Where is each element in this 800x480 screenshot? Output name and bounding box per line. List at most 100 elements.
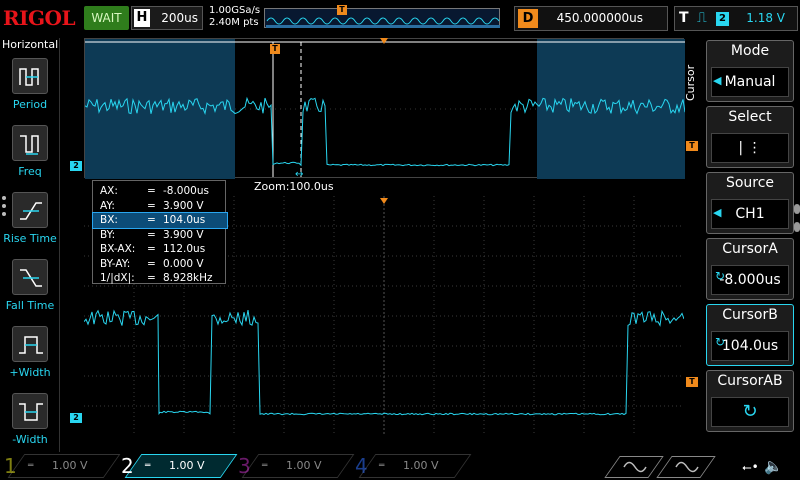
arrow-left-icon: ◀ xyxy=(713,74,722,87)
channel-4-button[interactable]: 4 ═ 1.00 V xyxy=(351,452,472,480)
measure-frequency-label: Freq xyxy=(18,165,42,178)
menu-button-cursorb[interactable]: CursorB 104.0us ↻ xyxy=(706,304,794,366)
trigger-level: 1.18 V xyxy=(746,11,785,25)
cursor-readout-key: BY-AY: xyxy=(100,257,131,270)
cursor-readout-row: BX: = 104.0us xyxy=(92,212,228,229)
cursor-readout-equals: = xyxy=(147,257,156,270)
measure-positive-width[interactable]: +Width xyxy=(0,326,60,390)
cursor-readout-row: BY-AY: = 0.000 V xyxy=(93,257,227,272)
measure-period[interactable]: Period xyxy=(0,58,60,122)
zoom-waveform-window[interactable]: ↔ xyxy=(84,38,685,179)
menu-page-dot[interactable] xyxy=(794,204,800,214)
menu-button-mode[interactable]: Mode Manual ◀ xyxy=(706,40,794,102)
knob-icon: ↻ xyxy=(715,335,726,349)
cursor-readout-equals: = xyxy=(147,243,156,255)
channel-1-button[interactable]: 1 ═ 1.00 V xyxy=(0,452,121,480)
measure-period-label: Period xyxy=(12,98,48,111)
zoom-trigger-level-marker[interactable]: T xyxy=(686,141,698,151)
cursor-readout-row: AX: = -8.000us xyxy=(93,184,227,199)
main-channel-2-marker[interactable]: 2 xyxy=(70,413,82,423)
channel-number: 4 xyxy=(355,454,368,478)
menu-button-cursorab[interactable]: CursorAB ↻ xyxy=(706,370,794,432)
measure-negative-width-label: -Width xyxy=(12,433,48,446)
cursor-readout-equals: = xyxy=(147,185,156,197)
cursor-readout-row: AY: = 3.900 V xyxy=(93,199,227,214)
menu-button-title: CursorB xyxy=(722,307,778,323)
cursor-readout-key: BX-AX: xyxy=(100,243,136,255)
rise-time-icon xyxy=(12,192,48,228)
measure-positive-width-label: +Width xyxy=(9,366,51,379)
menu-button-title: CursorA xyxy=(722,241,778,257)
delay-value: 450.000000us xyxy=(556,11,643,25)
edge-trigger-icon: ⎍ xyxy=(697,10,707,26)
menu-button-title: Select xyxy=(728,109,772,125)
zoom-channel-2-marker[interactable]: 2 xyxy=(70,161,82,171)
zoom-waveform-plot: ↔ xyxy=(85,39,685,179)
delay-box[interactable]: D 450.000000us xyxy=(514,6,668,31)
dc-coupling-icon: ═ xyxy=(145,461,151,471)
cursor-readout-key: AY: xyxy=(100,199,115,212)
channel-bar: 1 ═ 1.00 V 2 ═ 1.00 V 3 ═ 1.00 V 4 ═ 1.00 V ⭠• 🔈 xyxy=(0,452,800,480)
trigger-source-badge: 2 xyxy=(716,12,729,26)
cursor-readout-value: 8.928kHz xyxy=(163,272,213,284)
channel-scale: 1.00 V xyxy=(52,459,88,472)
measure-fall-time[interactable]: Fall Time xyxy=(0,259,60,323)
horizontal-timebase-box[interactable]: H 200us xyxy=(131,6,203,30)
menu-button-title: Source xyxy=(725,175,775,191)
memory-timeline[interactable] xyxy=(264,8,500,28)
main-trigger-level-marker[interactable]: T xyxy=(686,377,698,387)
trigger-label: T xyxy=(679,10,689,26)
menu-button-cursora[interactable]: CursorA -8.000us ↻ xyxy=(706,238,794,300)
measure-category-title: Horizontal xyxy=(2,38,59,51)
generator-2-button[interactable] xyxy=(656,456,716,478)
fall-time-icon xyxy=(12,259,48,295)
menu-button-value: CH1 xyxy=(711,199,789,229)
channel-scale: 1.00 V xyxy=(169,459,205,472)
timeline-waveform xyxy=(266,17,500,28)
timeline-trigger-marker: T xyxy=(337,5,347,15)
measure-rise-time[interactable]: Rise Time xyxy=(0,192,60,256)
menu-button-source[interactable]: Source CH1 ◀ xyxy=(706,172,794,234)
cursor-readout-key: BX: xyxy=(100,214,118,226)
menu-button-value: ↻ xyxy=(711,397,789,427)
rigol-logo: RIGOL xyxy=(3,6,76,30)
negative-width-icon xyxy=(12,393,48,429)
channel-2-button[interactable]: 2 ═ 1.00 V xyxy=(117,452,238,480)
run-status-badge[interactable]: WAIT xyxy=(84,6,129,30)
measure-sidebar: Horizontal Period Freq Rise Time Fall Ti… xyxy=(0,38,60,452)
timebase-value: 200us xyxy=(161,11,198,25)
generator-1-button[interactable] xyxy=(604,456,664,478)
cursor-readout-key: AX: xyxy=(100,185,118,197)
cursor-readout-equals: = xyxy=(147,199,156,212)
cursor-readout-table: AX: = -8.000us AY: = 3.900 V BX: = 104.0us BY: = 3.… xyxy=(92,180,228,284)
zoom-trigger-position-marker[interactable]: T xyxy=(270,44,280,54)
sine-wave-icon xyxy=(623,461,647,473)
dc-coupling-icon: ═ xyxy=(379,461,385,471)
trigger-box[interactable]: T ⎍ 2 1.18 V xyxy=(674,6,798,31)
cursor-readout-value: 3.900 V xyxy=(163,199,204,212)
zoom-timebase-label: Zoom:100.0us xyxy=(254,180,334,193)
channel-number: 3 xyxy=(238,454,251,478)
menu-button-value: Manual xyxy=(711,67,789,97)
menu-button-title: Mode xyxy=(730,43,770,59)
menu-page-dot[interactable] xyxy=(794,222,800,232)
speaker-muted-icon[interactable]: 🔈 xyxy=(764,457,783,475)
sine-wave-icon xyxy=(675,461,699,473)
measure-frequency[interactable]: Freq xyxy=(0,125,60,189)
arrow-left-icon: ◀ xyxy=(713,206,722,219)
cursor-readout-equals: = xyxy=(147,214,156,226)
sidebar-page-dots[interactable] xyxy=(2,196,8,220)
top-status-bar: RIGOL WAIT H 200us 1.00GSa/s 2.40M pts T… xyxy=(0,0,800,38)
measure-negative-width[interactable]: -Width xyxy=(0,393,60,457)
channel-3-button[interactable]: 3 ═ 1.00 V xyxy=(234,452,355,480)
svg-text:↔: ↔ xyxy=(295,169,303,179)
measure-fall-time-label: Fall Time xyxy=(5,299,55,312)
positive-width-icon xyxy=(12,326,48,362)
channel-number: 2 xyxy=(121,454,134,478)
cursor-readout-equals: = xyxy=(147,228,156,241)
channel-number: 1 xyxy=(4,454,17,478)
cursor-readout-value: -8.000us xyxy=(163,185,209,197)
menu-button-value: | ⋮ xyxy=(711,133,789,163)
cursor-readout-key: BY: xyxy=(100,228,116,241)
menu-button-select[interactable]: Select | ⋮ xyxy=(706,106,794,168)
